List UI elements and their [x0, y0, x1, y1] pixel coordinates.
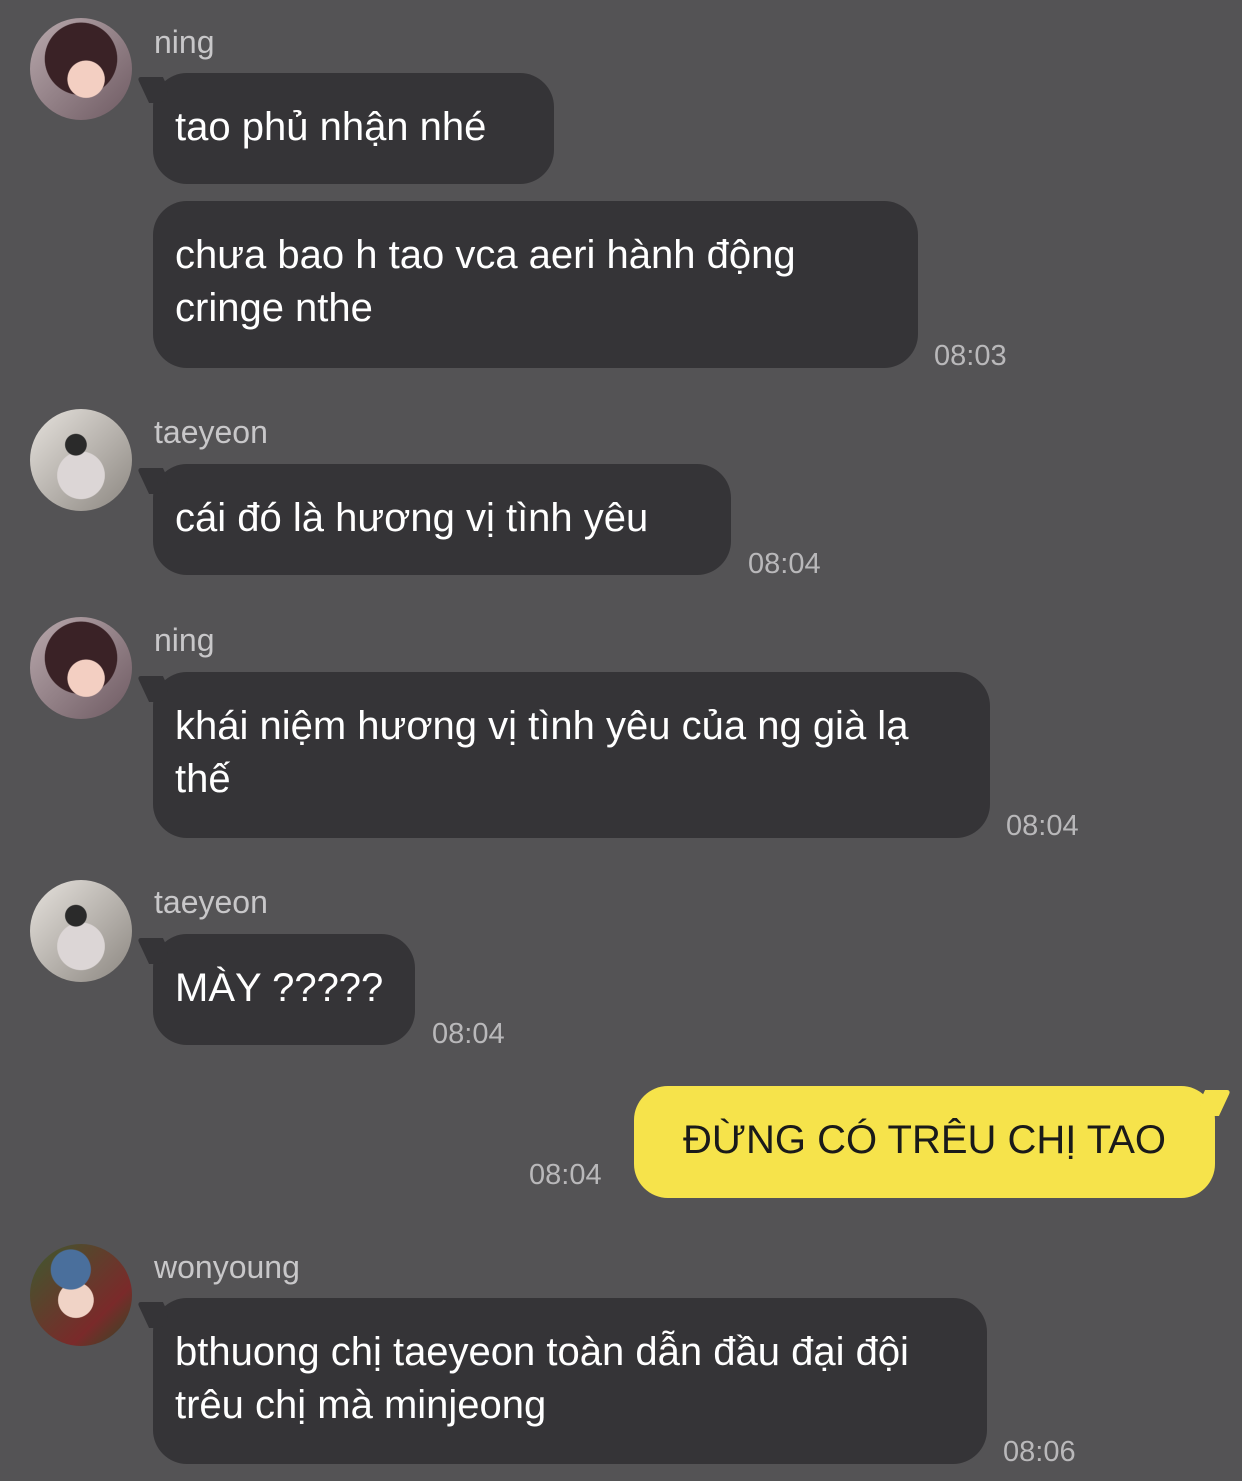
avatar[interactable]: [30, 880, 132, 982]
sender-name: ning: [154, 622, 215, 658]
timestamp: 08:04: [432, 1018, 505, 1050]
message-bubble[interactable]: khái niệm hương vị tình yêu của ng già l…: [153, 672, 990, 838]
timestamp: 08:03: [934, 340, 1007, 372]
timestamp: 08:06: [1003, 1436, 1076, 1468]
sender-name: ning: [154, 24, 215, 60]
avatar[interactable]: [30, 617, 132, 719]
message-bubble[interactable]: ĐỪNG CÓ TRÊU CHỊ TAO: [634, 1086, 1215, 1198]
avatar[interactable]: [30, 1244, 132, 1346]
sender-name: taeyeon: [154, 884, 268, 920]
message-bubble[interactable]: MÀY ?????: [153, 934, 415, 1045]
avatar[interactable]: [30, 409, 132, 511]
message-bubble[interactable]: cái đó là hương vị tình yêu: [153, 464, 731, 575]
message-bubble[interactable]: chưa bao h tao vca aeri hành động cringe…: [153, 201, 918, 368]
sender-name: taeyeon: [154, 414, 268, 450]
timestamp: 08:04: [529, 1159, 602, 1191]
message-bubble[interactable]: bthuong chị taeyeon toàn dẫn đầu đại đội…: [153, 1298, 987, 1464]
timestamp: 08:04: [1006, 810, 1079, 842]
sender-name: wonyoung: [154, 1249, 300, 1285]
avatar[interactable]: [30, 18, 132, 120]
timestamp: 08:04: [748, 548, 821, 580]
message-bubble[interactable]: tao phủ nhận nhé: [153, 73, 554, 184]
